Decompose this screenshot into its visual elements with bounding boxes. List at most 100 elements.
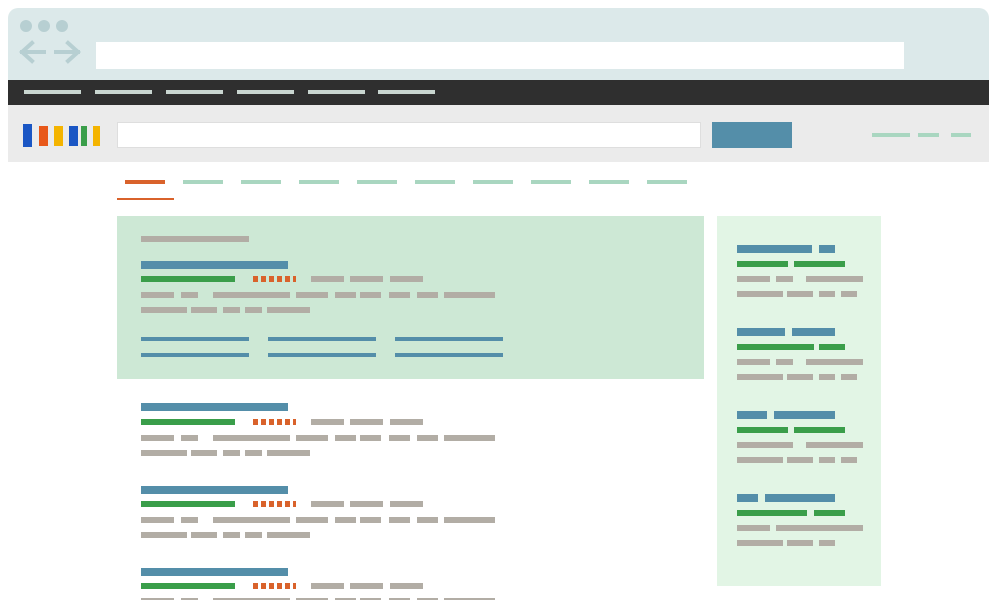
snippet-text (141, 517, 174, 523)
snippet-text (141, 532, 187, 538)
sidebar-link[interactable] (737, 411, 767, 419)
tab[interactable] (415, 180, 455, 184)
sidebar-url (737, 261, 788, 267)
navbar-item[interactable] (24, 90, 81, 94)
search-button[interactable] (712, 122, 792, 148)
logo-segment (54, 126, 63, 146)
tab[interactable] (531, 180, 571, 184)
tab[interactable] (589, 180, 629, 184)
result-title-link[interactable] (141, 261, 288, 269)
sidebar-link[interactable] (774, 411, 835, 419)
result-url (141, 501, 235, 507)
window-close-dot[interactable] (20, 20, 32, 32)
navbar-item[interactable] (237, 90, 294, 94)
snippet-text (390, 583, 423, 589)
sitelink[interactable] (395, 337, 503, 341)
snippet-text (311, 276, 344, 282)
sidebar-text (806, 359, 863, 365)
logo-segment (39, 126, 48, 146)
sidebar-url (737, 344, 814, 350)
result-title-link[interactable] (141, 403, 288, 411)
search-results-page (0, 0, 1000, 600)
sidebar-text (737, 540, 783, 546)
search-input[interactable] (117, 122, 701, 148)
snippet-text (213, 292, 290, 298)
sidebar-text (787, 374, 813, 380)
back-arrow-icon[interactable] (18, 40, 46, 64)
snippet-text (360, 292, 381, 298)
header-link[interactable] (951, 133, 971, 137)
snippet-text (417, 292, 438, 298)
snippet-text (267, 307, 310, 313)
sitelink[interactable] (395, 353, 503, 357)
sitelink[interactable] (268, 353, 376, 357)
sidebar-link[interactable] (737, 494, 758, 502)
search-result (141, 403, 501, 457)
sidebar-url (794, 261, 845, 267)
tab[interactable] (299, 180, 339, 184)
window-maximize-dot[interactable] (56, 20, 68, 32)
sidebar-text (776, 359, 793, 365)
sidebar-text (819, 540, 835, 546)
snippet-text (390, 419, 423, 425)
sitelink[interactable] (141, 337, 249, 341)
search-result (141, 486, 501, 540)
result-url (141, 419, 235, 425)
navbar-item[interactable] (95, 90, 152, 94)
snippet-text (311, 583, 344, 589)
sidebar-url (737, 510, 807, 516)
snippet-text (444, 292, 495, 298)
tab[interactable] (647, 180, 687, 184)
sidebar-text (776, 525, 863, 531)
snippet-text (181, 435, 198, 441)
sidebar-link[interactable] (765, 494, 835, 502)
snippet-text (389, 517, 410, 523)
logo-segment (93, 126, 100, 146)
snippet-text (213, 435, 290, 441)
snippet-text (444, 435, 495, 441)
snippet-text (335, 292, 356, 298)
snippet-text (191, 532, 217, 538)
logo-segment (81, 126, 87, 146)
sidebar-text (776, 276, 793, 282)
snippet-text (389, 292, 410, 298)
snippet-text (213, 517, 290, 523)
sidebar-link[interactable] (737, 328, 785, 336)
header-link[interactable] (918, 133, 939, 137)
navbar-item[interactable] (378, 90, 435, 94)
sidebar-link[interactable] (819, 245, 835, 253)
sidebar-link[interactable] (737, 245, 812, 253)
snippet-text (360, 517, 381, 523)
result-title-link[interactable] (141, 568, 288, 576)
tab[interactable] (473, 180, 513, 184)
tab[interactable] (357, 180, 397, 184)
sidebar-link[interactable] (792, 328, 835, 336)
navbar-item[interactable] (166, 90, 223, 94)
snippet-text (390, 501, 423, 507)
header-link[interactable] (872, 133, 910, 137)
window-minimize-dot[interactable] (38, 20, 50, 32)
sidebar-text (806, 442, 863, 448)
top-navbar (8, 80, 989, 105)
snippet-text (181, 517, 198, 523)
snippet-text (141, 292, 174, 298)
sidebar-url (819, 344, 845, 350)
snippet-text (350, 419, 383, 425)
search-header (8, 105, 989, 162)
result-title-link[interactable] (141, 486, 288, 494)
rating-stars (253, 583, 296, 589)
navbar-item[interactable] (308, 90, 365, 94)
snippet-text (444, 517, 495, 523)
snippet-text (311, 501, 344, 507)
sidebar-url (814, 510, 845, 516)
address-bar[interactable] (96, 42, 904, 69)
tab[interactable] (241, 180, 281, 184)
sitelink[interactable] (141, 353, 249, 357)
tab[interactable] (183, 180, 223, 184)
snippet-text (245, 450, 262, 456)
rating-stars (253, 501, 296, 507)
sitelink[interactable] (268, 337, 376, 341)
tab-all[interactable] (125, 180, 165, 184)
snippet-text (389, 435, 410, 441)
forward-arrow-icon[interactable] (54, 40, 82, 64)
